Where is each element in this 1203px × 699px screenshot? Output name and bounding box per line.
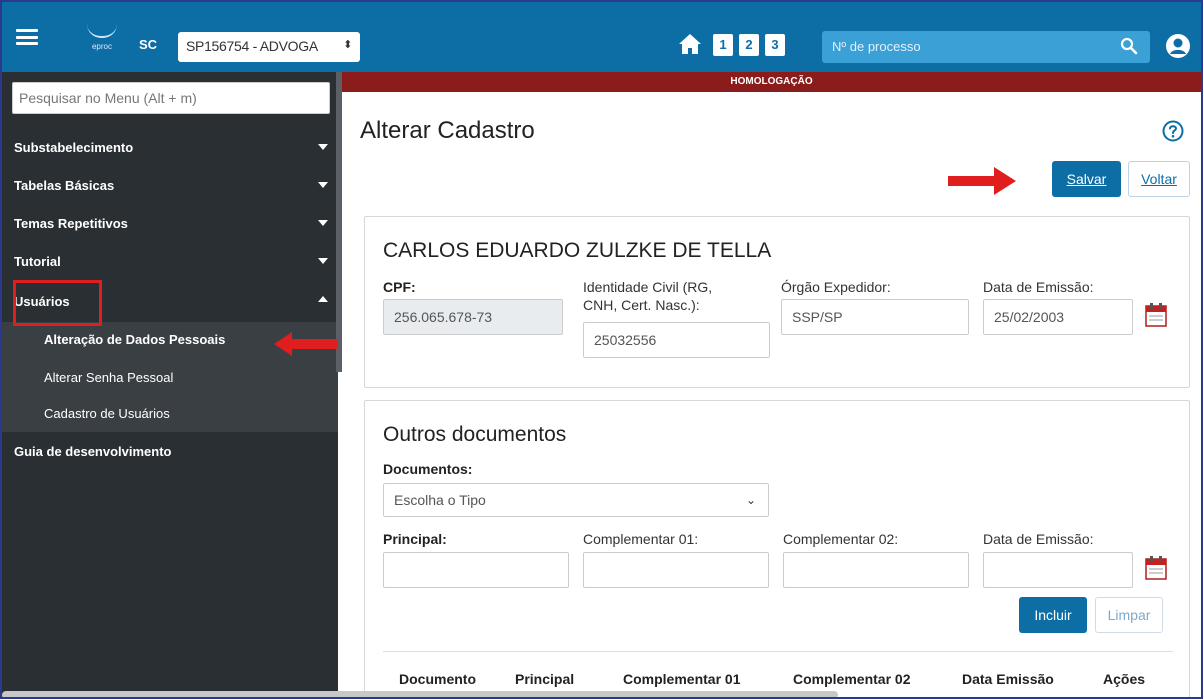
submenu-item-cadastro-usuarios[interactable]: Cadastro de Usuários <box>2 396 338 432</box>
sidebar-item-tabelas-basicas[interactable]: Tabelas Básicas <box>2 168 338 204</box>
home-icon[interactable] <box>678 33 702 55</box>
sidebar-item-substabelecimento[interactable]: Substabelecimento <box>2 130 338 166</box>
caret-down-icon <box>318 258 328 264</box>
document-type-value: Escolha o Tipo <box>394 492 486 508</box>
caret-up-icon <box>318 296 328 302</box>
issue-date-label: Data de Emissão: <box>983 279 1094 295</box>
calendar-icon[interactable] <box>1145 556 1167 580</box>
hamburger-menu-icon[interactable] <box>16 29 38 45</box>
document-type-select[interactable]: Escolha o Tipo ⌄ <box>383 483 769 517</box>
quick-button-1[interactable]: 1 <box>713 34 733 56</box>
complementar-01-field[interactable] <box>583 552 769 588</box>
cpf-label: CPF: <box>383 279 416 295</box>
person-name: CARLOS EDUARDO ZULZKE DE TELLA <box>383 239 772 262</box>
chevron-down-icon: ⌄ <box>745 493 756 507</box>
issue-date-field[interactable]: 25/02/2003 <box>983 299 1133 335</box>
cpf-field: 256.065.678-73 <box>383 299 563 335</box>
other-documents-title: Outros documentos <box>383 423 567 446</box>
app-frame: eproc SC SP156754 - ADVOGA ⬍ 1 2 3 Nº de… <box>0 0 1203 699</box>
eproc-logo: eproc <box>80 24 124 60</box>
table-header-principal: Principal <box>515 671 575 687</box>
page-title: Alterar Cadastro <box>360 117 535 144</box>
id-label-line2: CNH, Cert. Nasc.): <box>583 297 700 313</box>
principal-field[interactable] <box>383 552 569 588</box>
search-icon[interactable] <box>1120 37 1138 55</box>
sidebar-item-temas-repetitivos[interactable]: Temas Repetitivos <box>2 206 338 242</box>
divider <box>383 651 1173 652</box>
issuer-label: Órgão Expedidor: <box>781 279 891 295</box>
sidebar-scrollbar[interactable] <box>336 72 342 372</box>
select-arrows-icon: ⬍ <box>343 39 352 51</box>
environment-banner: HOMOLOGAÇÃO <box>342 72 1201 92</box>
profile-select[interactable]: SP156754 - ADVOGA ⬍ <box>178 32 360 62</box>
user-account-icon[interactable] <box>1165 33 1191 59</box>
table-header-data-emissao: Data Emissão <box>962 671 1054 687</box>
complementar-02-field[interactable] <box>783 552 969 588</box>
help-icon[interactable] <box>1162 120 1184 142</box>
back-button[interactable]: Voltar <box>1128 161 1190 197</box>
id-label-line1: Identidade Civil (RG, <box>583 279 713 295</box>
sidebar-item-label: Temas Repetitivos <box>14 216 128 231</box>
documents-label: Documentos: <box>383 461 473 477</box>
principal-label: Principal: <box>383 531 447 547</box>
table-header-documento: Documento <box>399 671 476 687</box>
sidebar-item-label: Substabelecimento <box>14 140 134 155</box>
quick-button-3[interactable]: 3 <box>765 34 785 56</box>
arrow-right-icon <box>948 167 1016 195</box>
menu-search-input[interactable]: Pesquisar no Menu (Alt + m) <box>12 82 330 114</box>
process-search-placeholder: Nº de processo <box>832 39 921 54</box>
doc-issue-date-field[interactable] <box>983 552 1133 588</box>
horizontal-scrollbar[interactable] <box>2 691 838 697</box>
other-documents-card: Outros documentos Documentos: Escolha o … <box>364 400 1190 697</box>
table-header-complementar-01: Complementar 01 <box>623 671 741 687</box>
highlight-box <box>13 280 102 326</box>
clear-button[interactable]: Limpar <box>1095 597 1163 633</box>
sidebar: Pesquisar no Menu (Alt + m) Substabeleci… <box>2 72 338 697</box>
save-button[interactable]: Salvar <box>1052 161 1121 197</box>
complementar-02-label: Complementar 02: <box>783 531 899 547</box>
quick-button-2[interactable]: 2 <box>739 34 759 56</box>
sidebar-item-guia-desenvolvimento[interactable]: Guia de desenvolvimento <box>2 434 338 470</box>
table-header-complementar-02: Complementar 02 <box>793 671 911 687</box>
sidebar-item-tutorial[interactable]: Tutorial <box>2 244 338 280</box>
logo-text: eproc <box>91 42 112 51</box>
complementar-01-label: Complementar 01: <box>583 531 699 547</box>
calendar-icon[interactable] <box>1145 303 1167 327</box>
caret-down-icon <box>318 144 328 150</box>
arrow-left-icon <box>274 332 338 356</box>
submenu-item-alterar-senha[interactable]: Alterar Senha Pessoal <box>2 360 338 396</box>
caret-down-icon <box>318 182 328 188</box>
sidebar-item-label: Tabelas Básicas <box>14 178 115 193</box>
issuer-field[interactable]: SSP/SP <box>781 299 969 335</box>
profile-select-value: SP156754 - ADVOGA <box>186 38 318 54</box>
state-label: SC <box>139 37 158 52</box>
top-bar: eproc SC SP156754 - ADVOGA ⬍ 1 2 3 Nº de… <box>2 2 1201 72</box>
caret-down-icon <box>318 220 328 226</box>
sidebar-item-label: Tutorial <box>14 254 61 269</box>
process-search-input[interactable]: Nº de processo <box>822 31 1150 63</box>
table-header-acoes: Ações <box>1103 671 1146 687</box>
doc-issue-date-label: Data de Emissão: <box>983 531 1094 547</box>
identity-field[interactable]: 25032556 <box>583 322 770 358</box>
personal-data-card: CARLOS EDUARDO ZULZKE DE TELLA CPF: 256.… <box>364 216 1190 388</box>
include-button[interactable]: Incluir <box>1019 597 1087 633</box>
